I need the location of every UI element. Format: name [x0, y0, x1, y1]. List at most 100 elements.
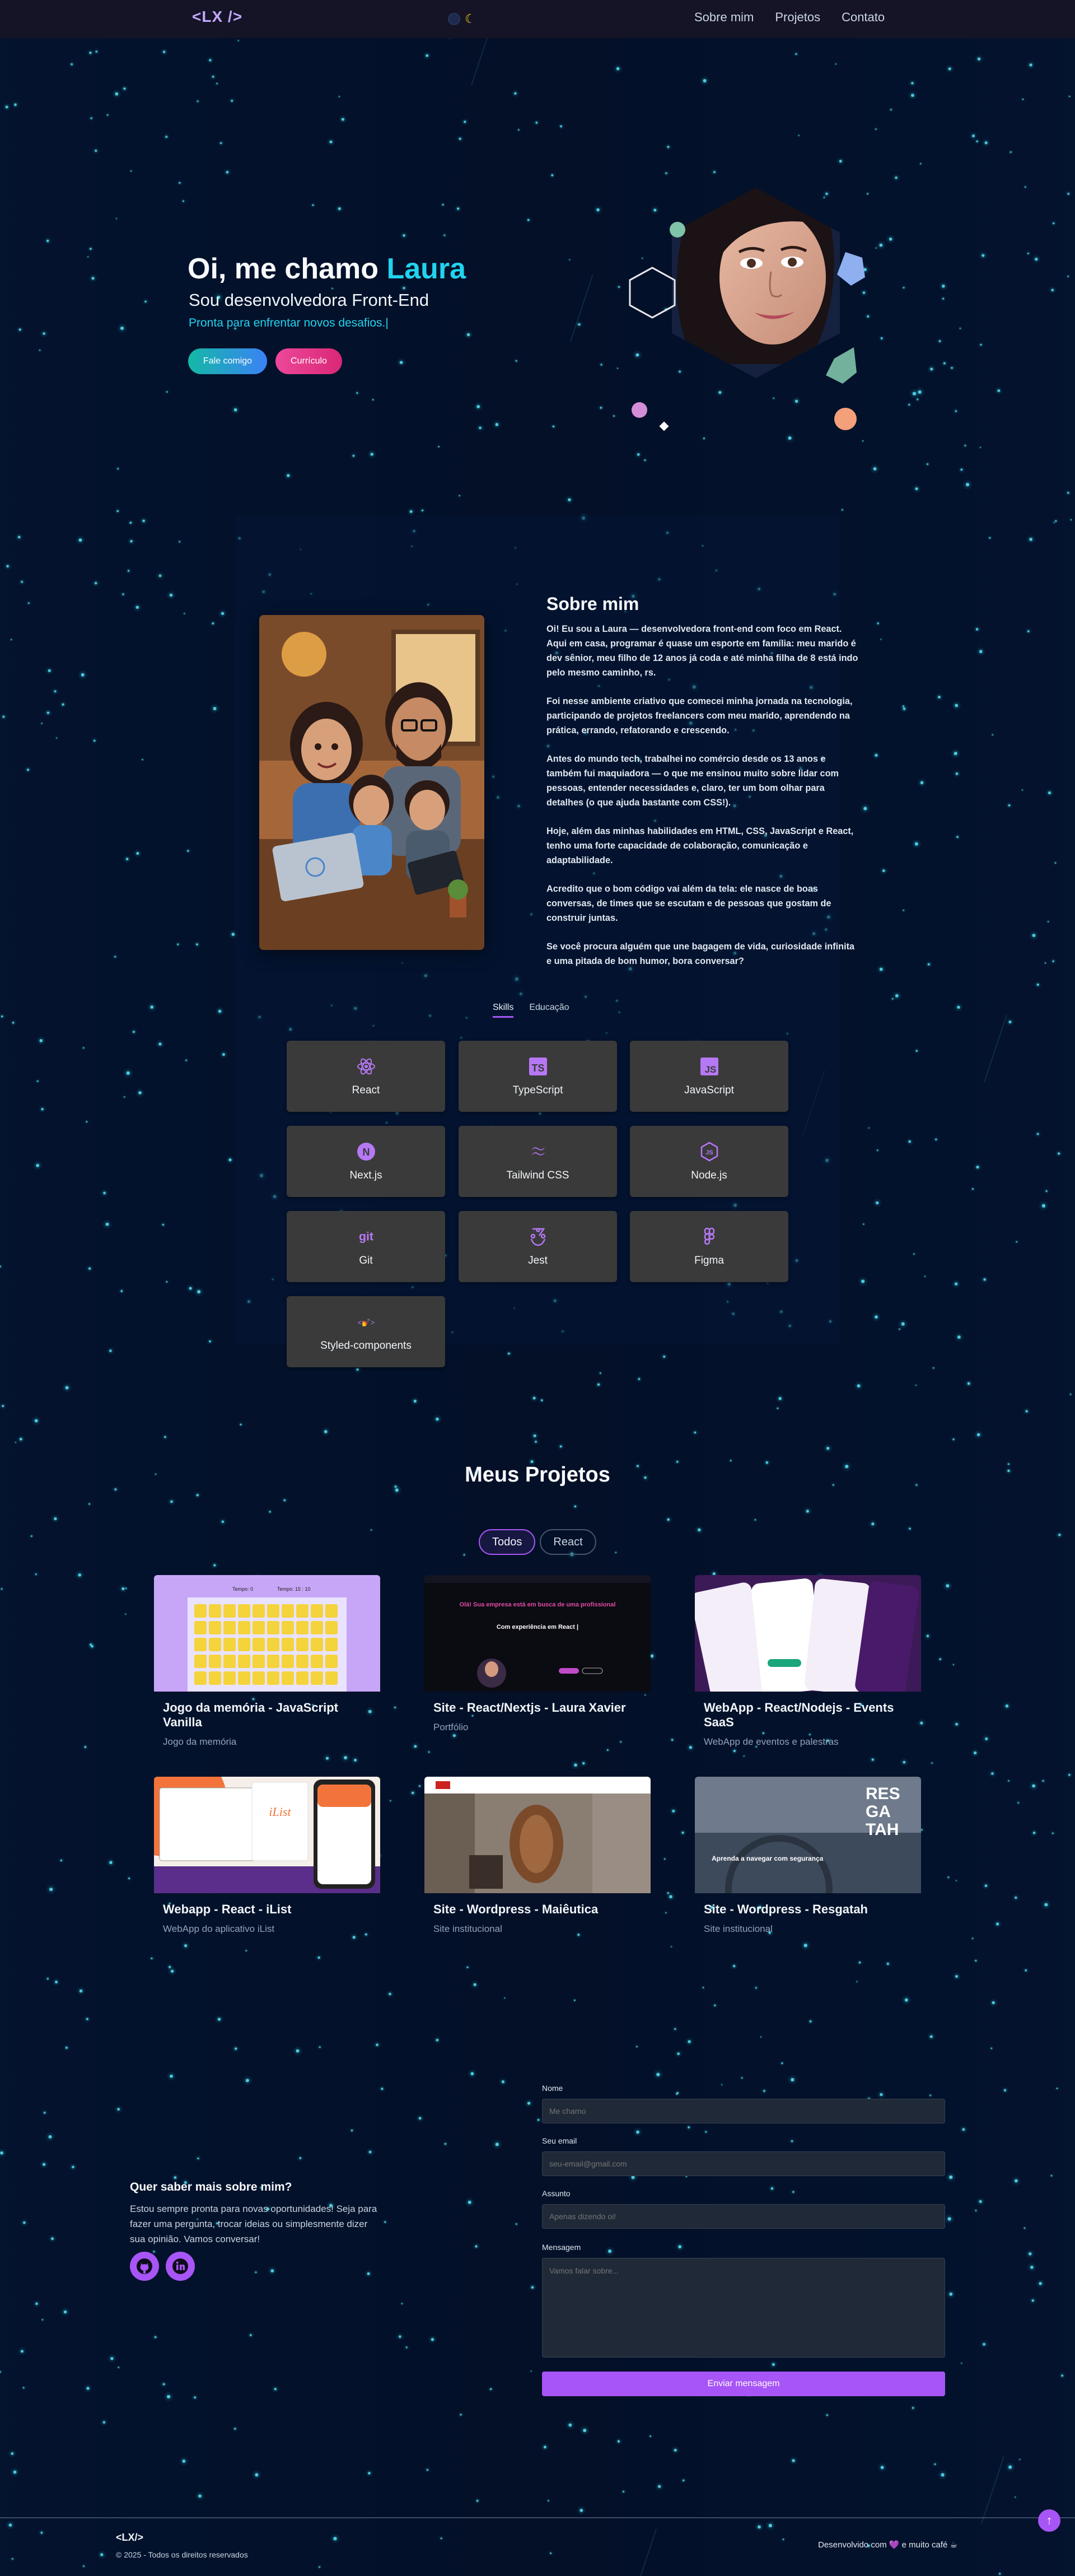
svg-text:JS: JS [704, 1064, 716, 1075]
svg-text:N: N [362, 1147, 370, 1158]
project-card-memory-game[interactable]: Tempo: 0 Tempo: 15 : 10 Jogo da memória … [154, 1575, 380, 1748]
memory-card-tile [282, 1655, 294, 1668]
memory-card-tile [325, 1604, 338, 1618]
main-nav: Sobre mim Projetos Contato [694, 10, 885, 25]
memory-card-tile [253, 1604, 265, 1618]
nextjs-icon: N [356, 1142, 376, 1162]
nodejs-icon: JS [699, 1142, 719, 1162]
footer-credit: Desenvolvido com 💜 e muito café ☕ [818, 2540, 957, 2550]
scroll-to-top-button[interactable]: ↑ [1038, 2509, 1060, 2532]
about-tabs: Skills Educação [493, 1003, 569, 1018]
memory-card-tile [267, 1638, 279, 1651]
memory-card-tile [311, 1604, 323, 1618]
subject-label: Assunto [542, 2189, 571, 2198]
about-paragraph: Se você procura alguém que une bagagem d… [546, 942, 855, 966]
memory-card-tile [194, 1621, 207, 1634]
memory-card-tile [325, 1621, 338, 1634]
message-label: Mensagem [542, 2243, 581, 2252]
project-card-portfolio[interactable]: Olá! Sua empresa está em busca de uma pr… [424, 1575, 651, 1733]
memory-card-tile [194, 1638, 207, 1651]
subject-input[interactable] [542, 2204, 945, 2229]
skill-card-javascript: JS JavaScript [630, 1041, 788, 1112]
project-card-events-saas[interactable]: WebApp - React/Nodejs - Events SaaS WebA… [695, 1575, 921, 1748]
linkedin-link[interactable] [166, 2252, 195, 2281]
project-subtitle: WebApp de eventos e palestras [704, 1736, 839, 1747]
resume-button[interactable]: Currículo [275, 348, 342, 374]
skill-label: Styled-components [320, 1339, 412, 1352]
tab-educacao[interactable]: Educação [529, 1003, 569, 1018]
skill-label: JavaScript [684, 1084, 734, 1096]
memory-card-tile [209, 1604, 221, 1618]
memory-card-tile [238, 1638, 250, 1651]
contact-heading: Quer saber mais sobre mim? [130, 2181, 292, 2193]
hero-avatar-hexagons [629, 188, 865, 431]
memory-card-tile [296, 1655, 309, 1668]
contact-me-button[interactable]: Fale comigo [188, 348, 267, 374]
project-card-ilist[interactable]: iList Webapp - React - iList WebApp do a… [154, 1777, 380, 1935]
styled-components-icon: <💅> [356, 1312, 376, 1332]
project-card-resgatah[interactable]: RES GA TAH Aprenda a navegar com seguran… [695, 1777, 921, 1935]
project-subtitle: Site institucional [704, 1923, 773, 1934]
arrow-up-icon: ↑ [1046, 2513, 1053, 2527]
memory-card-tile [267, 1671, 279, 1685]
thumb-timer-1: Tempo: 0 [232, 1586, 253, 1592]
linkedin-icon [172, 2258, 188, 2274]
project-card-maieutica[interactable]: Site - Wordpress - Maiêutica Site instit… [424, 1777, 651, 1935]
git-icon: git [356, 1227, 376, 1247]
project-subtitle: Site institucional [433, 1923, 502, 1934]
thumb-brand: iList [269, 1805, 291, 1819]
skill-card-react: React [287, 1041, 445, 1112]
memory-card-tile [238, 1604, 250, 1618]
nav-link-sobre-mim[interactable]: Sobre mim [694, 10, 754, 25]
email-input[interactable] [542, 2151, 945, 2176]
figma-icon [699, 1227, 719, 1247]
thumb-headline: Olá! Sua empresa está em busca de uma pr… [460, 1601, 616, 1608]
thumb-caption: Aprenda a navegar com segurança [712, 1855, 824, 1862]
project-thumbnail: Tempo: 0 Tempo: 15 : 10 [154, 1575, 380, 1692]
memory-card-tile [238, 1621, 250, 1634]
site-logo[interactable]: <LX /> [192, 8, 242, 26]
about-paragraph: Antes do mundo tech, trabalhei no comérc… [546, 754, 839, 808]
project-thumbnail: RES GA TAH Aprenda a navegar com seguran… [695, 1777, 921, 1893]
skill-label: Node.js [691, 1169, 727, 1181]
memory-card-tile [282, 1604, 294, 1618]
skill-label: Next.js [349, 1169, 382, 1181]
memory-card-tile [325, 1671, 338, 1685]
svg-text:TS: TS [531, 1063, 544, 1074]
memory-card-tile [296, 1671, 309, 1685]
footer-logo[interactable]: <LX/> [116, 2532, 143, 2544]
message-textarea[interactable] [542, 2258, 945, 2358]
footer-copyright: © 2025 - Todos os direitos reservados [116, 2550, 248, 2559]
name-input[interactable] [542, 2099, 945, 2123]
memory-card-tile [282, 1638, 294, 1651]
github-link[interactable] [130, 2252, 159, 2281]
family-illustration [259, 615, 484, 950]
tab-skills[interactable]: Skills [493, 1003, 514, 1018]
react-icon [356, 1056, 376, 1077]
nav-link-contato[interactable]: Contato [842, 10, 885, 25]
moon-icon: ☾ [465, 12, 476, 26]
memory-card-tile [209, 1671, 221, 1685]
filter-react[interactable]: React [540, 1529, 596, 1555]
skill-label: Figma [694, 1254, 724, 1266]
project-subtitle: Jogo da memória [163, 1736, 237, 1747]
memory-card-tile [325, 1638, 338, 1651]
project-subtitle: Portfólio [433, 1722, 469, 1732]
project-thumbnail: iList [154, 1777, 380, 1893]
theme-toggle[interactable]: ☾ [448, 11, 490, 27]
skill-card-jest: Jest [459, 1211, 617, 1282]
thumb-word-2: GA [866, 1802, 891, 1821]
nav-link-projetos[interactable]: Projetos [775, 10, 820, 25]
memory-card-tile [267, 1621, 279, 1634]
memory-card-tile [223, 1638, 236, 1651]
skill-label: Jest [528, 1254, 548, 1266]
memory-card-tile [311, 1638, 323, 1651]
project-title: Jogo da memória - JavaScript Vanilla [163, 1701, 338, 1729]
memory-card-tile [209, 1621, 221, 1634]
memory-card-tile [296, 1604, 309, 1618]
memory-card-tile [311, 1671, 323, 1685]
send-message-button[interactable]: Enviar mensagem [542, 2372, 945, 2396]
filter-todos[interactable]: Todos [479, 1529, 536, 1555]
memory-card-tile [223, 1655, 236, 1668]
hero-greeting: Oi, me chamo [188, 253, 387, 285]
